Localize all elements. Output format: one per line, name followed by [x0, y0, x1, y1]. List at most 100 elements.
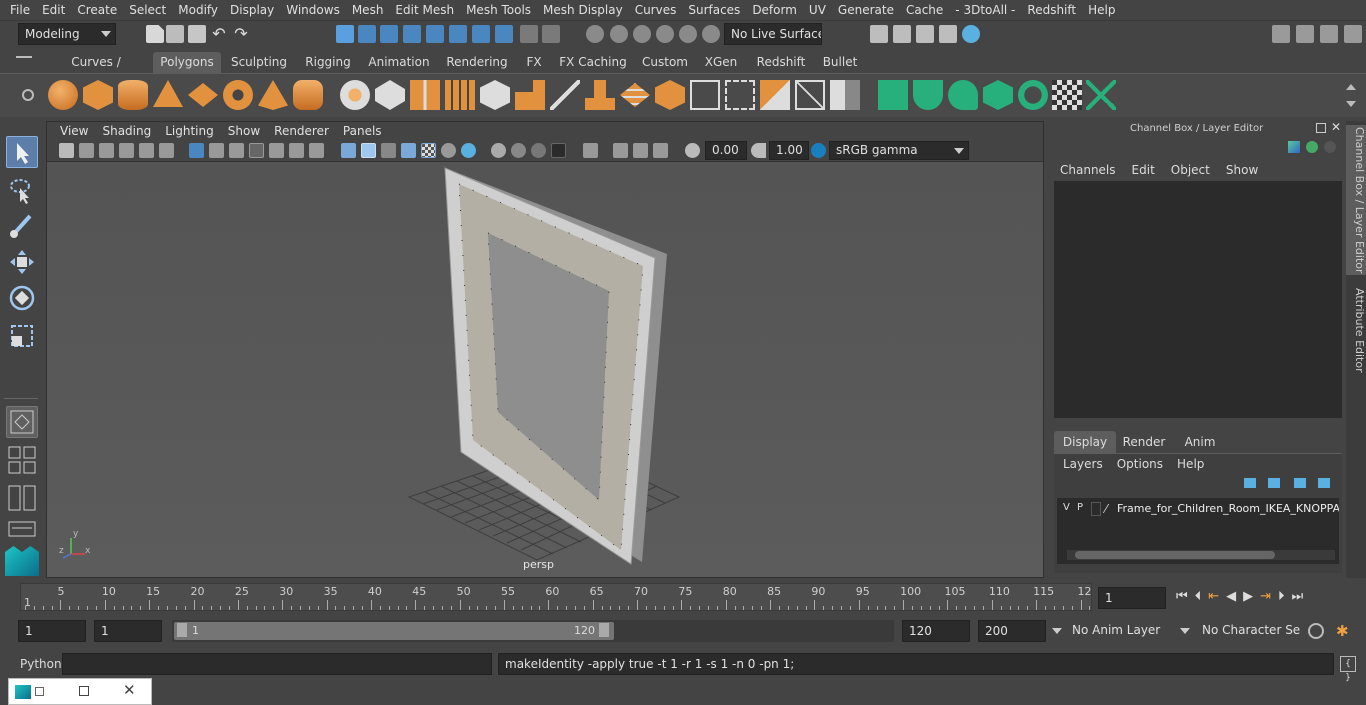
layer-tab-anim[interactable]: Anim	[1176, 431, 1224, 453]
smooth-icon[interactable]	[445, 80, 475, 110]
time-ruler[interactable]: 1 5 10 15 20 25 30 35 40 45 50 55 60 65 70 75 80 85 90 95 1…	[20, 583, 1092, 611]
render-view-icon[interactable]	[870, 25, 888, 43]
select-by-object-icon[interactable]	[358, 25, 376, 43]
layer-color-swatch-icon[interactable]: ⁄	[1105, 502, 1107, 516]
menu-edit-mesh[interactable]: Edit Mesh	[389, 0, 460, 20]
motion-blur-icon[interactable]	[491, 143, 506, 158]
render-current-frame-icon[interactable]	[893, 25, 911, 43]
menu-windows[interactable]: Windows	[280, 0, 346, 20]
xray-joints-icon[interactable]	[613, 143, 628, 158]
tab-custom[interactable]: Custom	[637, 52, 693, 73]
channel-menu-show[interactable]: Show	[1226, 163, 1258, 177]
new-layer-icon[interactable]	[1294, 478, 1306, 488]
film-gate-icon[interactable]	[209, 143, 224, 158]
play-backwards-icon[interactable]: ◀	[1226, 589, 1236, 604]
command-language-label[interactable]: Python	[20, 657, 62, 671]
layer-reference-toggle[interactable]	[1091, 502, 1101, 516]
render-settings-icon[interactable]	[939, 25, 957, 43]
open-scene-icon[interactable]	[166, 25, 184, 43]
go-to-start-icon[interactable]: ⏮	[1176, 589, 1188, 604]
mode-dropdown[interactable]: Modeling	[18, 23, 116, 45]
uv-automatic-icon[interactable]	[983, 80, 1013, 110]
viewport-scene[interactable]: y x z persp	[47, 162, 1043, 577]
image-plane-icon[interactable]	[119, 143, 134, 158]
bookmark-icon[interactable]	[99, 143, 114, 158]
channel-menu-channels[interactable]: Channels	[1060, 163, 1116, 177]
restore-down-icon[interactable]	[35, 687, 44, 696]
make-live-icon[interactable]	[679, 25, 697, 43]
poly-pipe-icon[interactable]	[293, 80, 323, 110]
script-editor-icon[interactable]: { }	[1340, 656, 1356, 683]
paint-select-tool-icon[interactable]	[6, 210, 38, 242]
char-set-chevron-icon[interactable]	[1180, 628, 1190, 634]
channel-menu-object[interactable]: Object	[1171, 163, 1210, 177]
step-forward-key-icon[interactable]: ⇥	[1260, 589, 1271, 604]
shelf-menu-icon[interactable]	[16, 56, 32, 58]
step-back-key-icon[interactable]: ⇤	[1208, 589, 1219, 604]
append-poly-icon[interactable]	[655, 80, 685, 110]
layer-scrollbar[interactable]	[1067, 550, 1335, 560]
attribute-editor-toggle-icon[interactable]	[1296, 25, 1314, 43]
merge-icon[interactable]	[760, 80, 790, 110]
offset-edge-loop-icon[interactable]	[725, 80, 755, 110]
move-layer-up-icon[interactable]	[1244, 478, 1256, 488]
tab-rendering[interactable]: Rendering	[442, 52, 512, 73]
magnet-icon[interactable]	[656, 25, 674, 43]
tool-settings-toggle-icon[interactable]	[1320, 25, 1338, 43]
gamma-icon[interactable]	[751, 143, 766, 158]
new-layer-selected-icon[interactable]	[1318, 478, 1330, 488]
grid-toggle-icon[interactable]	[189, 143, 204, 158]
two-d-pan-zoom-icon[interactable]	[139, 143, 154, 158]
tab-rigging[interactable]: Rigging	[300, 52, 356, 73]
target-weld-icon[interactable]	[795, 80, 825, 110]
float-panel-icon[interactable]	[1316, 123, 1326, 133]
backface-culling-icon[interactable]	[633, 143, 648, 158]
lasso-tool-icon[interactable]	[6, 174, 38, 206]
modeling-toolkit-icon[interactable]	[1272, 25, 1290, 43]
snap-surface-icon[interactable]	[495, 25, 513, 43]
menu-mesh[interactable]: Mesh	[346, 0, 390, 20]
uv-checker-icon[interactable]	[1052, 80, 1082, 110]
xray-icon[interactable]	[583, 143, 598, 158]
poly-cube-icon[interactable]	[83, 80, 113, 110]
outliner-layout-icon[interactable]	[6, 518, 38, 540]
snap-point-icon[interactable]	[449, 25, 467, 43]
menu-deform[interactable]: Deform	[746, 0, 803, 20]
poly-pyramid-icon[interactable]	[258, 80, 288, 110]
viewport-menu-shading[interactable]: Shading	[95, 122, 158, 140]
field-chart-icon[interactable]	[269, 143, 284, 158]
uv-unfold-icon[interactable]	[1018, 80, 1048, 110]
color-management-icon[interactable]	[811, 143, 826, 158]
range-slider-handle-right[interactable]	[599, 623, 609, 637]
app-restore-icon[interactable]	[15, 685, 31, 699]
step-forward-frame-icon[interactable]: ⏵	[1278, 589, 1285, 604]
auto-keyframe-icon[interactable]: ✱	[1336, 622, 1349, 640]
poly-cylinder-icon[interactable]	[118, 80, 148, 110]
output-connections-icon[interactable]	[633, 25, 651, 43]
select-by-hierarchy-icon[interactable]	[336, 25, 354, 43]
poly-sphere-icon[interactable]	[48, 80, 78, 110]
close-window-icon[interactable]: ✕	[123, 681, 136, 699]
rotate-tool-icon[interactable]	[6, 282, 38, 314]
extrude-icon[interactable]	[515, 80, 545, 110]
current-frame-field[interactable]: 1	[1098, 587, 1166, 609]
snap-view-icon[interactable]	[472, 25, 490, 43]
menu-create[interactable]: Create	[71, 0, 123, 20]
menu-3dtoall[interactable]: - 3DtoAll -	[949, 0, 1021, 20]
layer-menu-options[interactable]: Options	[1117, 457, 1163, 471]
layer-menu-layers[interactable]: Layers	[1063, 457, 1103, 471]
range-slider-handle-left[interactable]	[177, 623, 187, 637]
four-view-layout-icon[interactable]	[6, 444, 38, 476]
isolate-select-icon[interactable]	[551, 143, 566, 158]
resolution-gate-icon[interactable]	[229, 143, 244, 158]
menu-cache[interactable]: Cache	[900, 0, 949, 20]
combine-icon[interactable]	[340, 80, 370, 110]
menu-generate[interactable]: Generate	[832, 0, 900, 20]
camera-select-icon[interactable]	[59, 143, 74, 158]
viewport-menu-lighting[interactable]: Lighting	[158, 122, 221, 140]
remesh-icon[interactable]	[480, 80, 510, 110]
redo-icon[interactable]: ↷	[232, 25, 250, 43]
move-layer-down-icon[interactable]	[1268, 478, 1280, 488]
side-tab-attribute-editor[interactable]: Attribute Editor	[1346, 285, 1366, 375]
safe-title-icon[interactable]	[309, 143, 324, 158]
